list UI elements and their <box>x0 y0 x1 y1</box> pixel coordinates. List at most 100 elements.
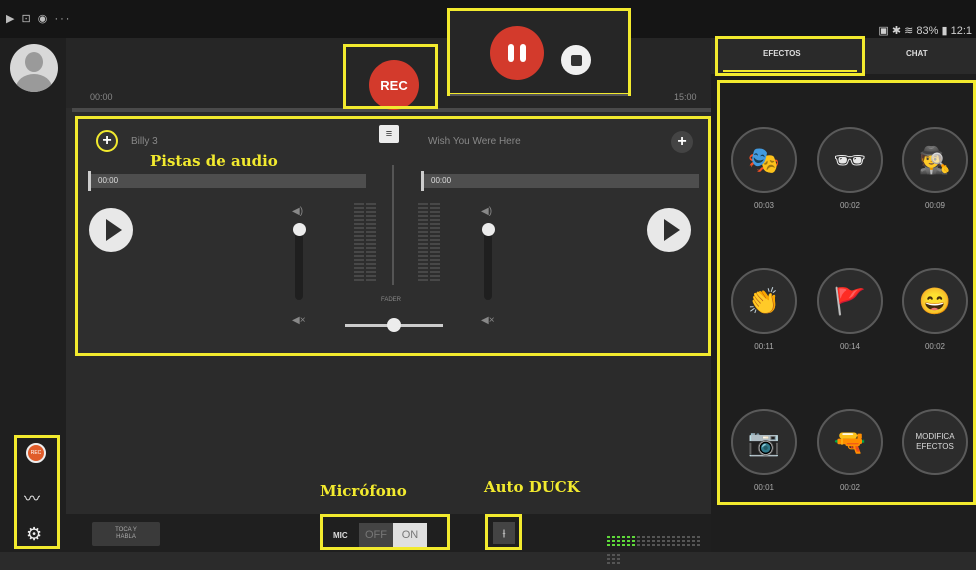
meter-segment <box>682 544 685 546</box>
effect-time-1: 00:02 <box>839 201 861 210</box>
effect-button-4[interactable]: 🚩 <box>817 268 883 334</box>
stop-icon <box>570 54 582 66</box>
meter-segment <box>617 544 620 546</box>
play-left-button[interactable] <box>89 208 133 252</box>
tab-efectos[interactable]: EFECTOS <box>763 49 801 58</box>
volume-right-icon: ◀) <box>481 206 493 217</box>
playlist-icon[interactable]: ≡ <box>379 125 399 143</box>
applause-icon: 👏 <box>747 285 781 316</box>
track-right-bar[interactable]: 00:00 <box>421 171 699 191</box>
effect-button-0[interactable]: 🎭 <box>731 127 797 193</box>
meter-segment <box>697 540 700 542</box>
vu-meter-4 <box>430 203 440 283</box>
avatar[interactable] <box>10 44 58 92</box>
spy-icon: 🕵 <box>918 144 952 175</box>
pause-button[interactable] <box>490 26 544 80</box>
toca-habla-button[interactable]: TOCA Y HABLA <box>92 522 160 546</box>
volume-left-icon: ◀) <box>292 206 304 217</box>
meter-segment <box>682 540 685 542</box>
timeline-start-time: 00:00 <box>90 92 113 102</box>
stop-button[interactable] <box>561 45 591 75</box>
tab-chat[interactable]: CHAT <box>906 49 928 58</box>
volume-left-knob[interactable] <box>293 223 306 236</box>
toca-line-1: TOCA Y <box>115 527 137 533</box>
meter-segment <box>657 544 660 546</box>
mic-off-toggle[interactable]: OFF <box>359 523 393 547</box>
vu-meter-3 <box>418 203 428 283</box>
volume-right-knob[interactable] <box>482 223 495 236</box>
meter-segment <box>612 562 615 564</box>
track-left-title: Billy 3 <box>131 136 158 147</box>
effect-button-1[interactable]: 🕶 <box>817 127 883 193</box>
microfono-annotation: Micrófono <box>320 482 407 500</box>
meter-segment <box>652 544 655 546</box>
meter-segment <box>612 544 615 546</box>
meter-segment <box>607 540 610 542</box>
track-left-bar[interactable]: 00:00 <box>88 171 366 191</box>
add-track-left-button[interactable]: + <box>96 130 118 152</box>
sunglasses-icon: 🕶 <box>833 144 867 175</box>
modifica-efectos-button[interactable]: MODIFICA EFECTOS <box>902 409 968 475</box>
meter-segment <box>617 562 620 564</box>
meter-segment <box>637 540 640 542</box>
fader-knob[interactable] <box>387 318 401 332</box>
track-right-title: Wish You Were Here <box>428 136 521 147</box>
track-right-time: 00:00 <box>431 176 452 185</box>
effect-time-5: 00:02 <box>924 342 946 351</box>
toca-line-2: HABLA <box>116 534 136 540</box>
gear-icon[interactable]: ⚙ <box>26 524 42 545</box>
play-icon <box>105 219 122 241</box>
meter-segment <box>687 540 690 542</box>
meter-segment <box>647 544 650 546</box>
effect-time-2: 00:09 <box>924 201 946 210</box>
meter-segment <box>692 544 695 546</box>
meter-segment <box>642 544 645 546</box>
meter-segment <box>687 544 690 546</box>
play-right-button[interactable] <box>647 208 691 252</box>
play-icon <box>663 219 680 241</box>
effect-time-0: 00:03 <box>753 201 775 210</box>
meter-segment <box>622 544 625 546</box>
meter-segment <box>692 540 695 542</box>
meter-segment <box>627 544 630 546</box>
meter-segment <box>612 540 615 542</box>
meter-segment <box>607 562 610 564</box>
effect-button-5[interactable]: 😄 <box>902 268 968 334</box>
waveform-icon[interactable]: 〰 <box>24 485 40 509</box>
effect-button-6[interactable]: 📷 <box>731 409 797 475</box>
volume-right-slider[interactable] <box>484 225 492 300</box>
meter-segment <box>667 544 670 546</box>
rec-mini-button[interactable]: REC <box>26 443 46 463</box>
effect-button-2[interactable]: 🕵 <box>902 127 968 193</box>
effect-time-7: 00:02 <box>839 483 861 492</box>
pistas-annotation: Pistas de audio <box>150 152 278 170</box>
active-tab-indicator <box>723 70 857 72</box>
meter-segment <box>667 540 670 542</box>
mute-left-icon[interactable]: ◀× <box>292 315 306 326</box>
add-track-right-button[interactable]: + <box>671 131 693 153</box>
meter-segment <box>652 540 655 542</box>
meter-segment <box>632 544 635 546</box>
modifica-line-2: EFECTOS <box>916 442 954 451</box>
meter-segment <box>647 540 650 542</box>
mic-on-toggle[interactable]: ON <box>393 523 427 547</box>
meter-segment <box>672 544 675 546</box>
camera-icon: 📷 <box>747 426 781 457</box>
meter-segment <box>617 540 620 542</box>
pause-icon <box>508 44 514 62</box>
effect-button-7[interactable]: 🔫 <box>817 409 883 475</box>
mixer-icon: ⫲ <box>493 522 515 544</box>
meter-segment <box>632 540 635 542</box>
meter-segment <box>657 540 660 542</box>
fader-label: FADER <box>381 297 402 303</box>
rec-highlight <box>343 44 438 109</box>
pause-panel-line <box>450 94 628 96</box>
effect-time-4: 00:14 <box>839 342 861 351</box>
effect-button-3[interactable]: 👏 <box>731 268 797 334</box>
meter-segment <box>637 544 640 546</box>
volume-left-slider[interactable] <box>295 225 303 300</box>
meter-segment <box>672 540 675 542</box>
mic-label: MIC <box>333 531 348 540</box>
mute-right-icon[interactable]: ◀× <box>481 315 495 326</box>
laugh-icon: 😄 <box>918 285 952 316</box>
